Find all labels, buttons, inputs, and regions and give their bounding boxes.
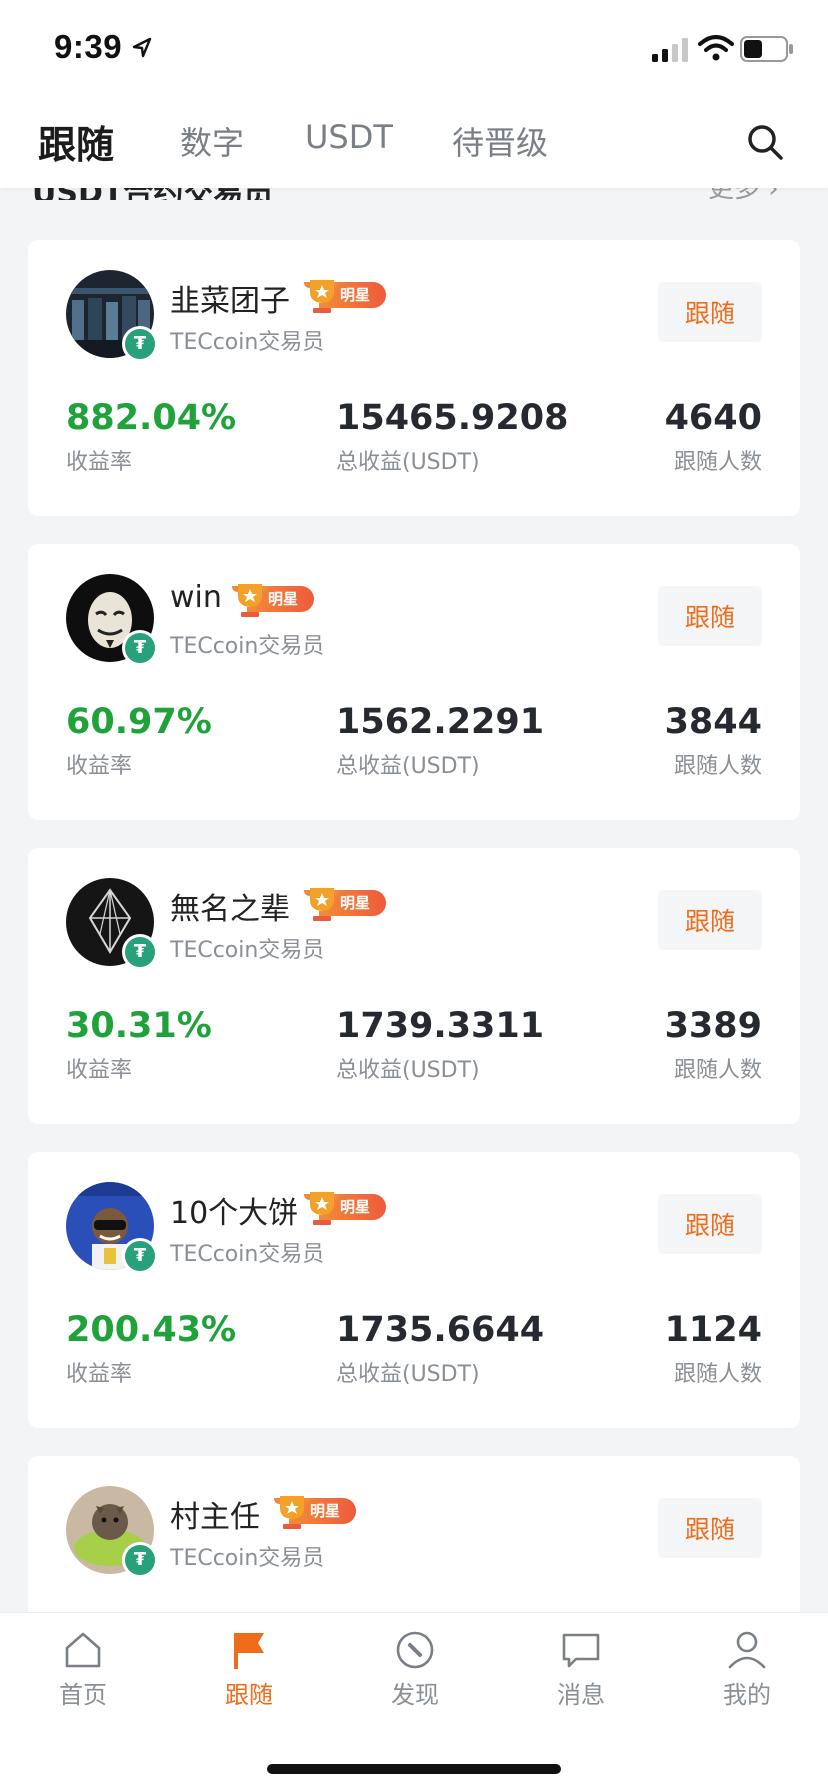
tab-discover[interactable]: 发现	[332, 1613, 498, 1733]
tether-coin-icon: ₮	[122, 934, 158, 970]
total-profit-value: 15465.9208	[336, 398, 569, 438]
user-icon	[728, 1631, 766, 1669]
followers-value: 4640	[664, 398, 762, 438]
tether-coin-icon: ₮	[122, 326, 158, 362]
trader-role: TECcoin交易员	[170, 1546, 325, 1571]
tab-follow[interactable]: 跟随	[38, 114, 114, 169]
tab-me-label: 我的	[723, 1681, 771, 1709]
trophy-icon	[304, 888, 340, 921]
trader-card[interactable]: ₮ win 明星 TECcoin交易员 跟随 60.97% 收益率 1562.2…	[28, 544, 800, 820]
tab-follow-label: 跟随	[225, 1681, 273, 1709]
home-indicator[interactable]	[267, 1764, 561, 1774]
trader-role: TECcoin交易员	[170, 330, 325, 355]
flag-icon	[234, 1633, 264, 1669]
tab-home-label: 首页	[59, 1681, 107, 1709]
followers-label: 跟随人数	[673, 1058, 762, 1083]
return-rate-value: 882.04%	[66, 398, 237, 438]
return-rate-label: 收益率	[66, 754, 133, 779]
total-profit-label: 总收益(USDT)	[336, 450, 480, 475]
status-time: 9:39	[54, 28, 123, 65]
cellular-signal-icon	[652, 38, 688, 62]
trader-name: 無名之辈	[170, 892, 290, 927]
trader-name: 10个大饼	[170, 1196, 299, 1231]
total-profit-value: 1735.6644	[336, 1310, 545, 1350]
total-profit-label: 总收益(USDT)	[336, 1058, 480, 1083]
tab-pending-promotion[interactable]: 待晋级	[452, 118, 548, 164]
star-badge: 明星	[300, 1190, 386, 1225]
trader-card[interactable]: ₮ 無名之辈 明星 TECcoin交易员 跟随 30.31% 收益率 1739.…	[28, 848, 800, 1124]
total-profit-label: 总收益(USDT)	[336, 754, 480, 779]
location-arrow-icon	[132, 37, 152, 58]
followers-value: 3389	[664, 1006, 762, 1046]
trader-role: TECcoin交易员	[170, 634, 325, 659]
star-badge: 明星	[300, 886, 386, 921]
follow-button[interactable]: 跟随	[658, 890, 762, 950]
trader-name: 村主任	[170, 1500, 260, 1535]
return-rate-label: 收益率	[66, 1058, 133, 1083]
status-bar: 9:39	[0, 0, 828, 100]
star-badge: 明星	[300, 278, 386, 313]
star-badge: 明星	[228, 582, 314, 617]
follow-button[interactable]: 跟随	[658, 586, 762, 646]
top-tab-bar: 跟随 数字 USDT 待晋级	[0, 100, 828, 188]
follow-button[interactable]: 跟随	[658, 1194, 762, 1254]
trader-card[interactable]: ₮ 韭菜团子 明星 TECcoin交易员 跟随 882.04% 收益率 1546…	[28, 240, 800, 516]
followers-label: 跟随人数	[673, 754, 762, 779]
total-profit-value: 1562.2291	[336, 702, 545, 742]
tab-digital[interactable]: 数字	[180, 118, 244, 164]
trader-card[interactable]: ₮ 10个大饼 明星 TECcoin交易员 跟随 200.43% 收益率 173…	[28, 1152, 800, 1428]
tab-messages-label: 消息	[557, 1681, 605, 1709]
trader-role: TECcoin交易员	[170, 938, 325, 963]
trader-role: TECcoin交易员	[170, 1242, 325, 1267]
followers-label: 跟随人数	[673, 450, 762, 475]
star-badge: 明星	[270, 1494, 356, 1529]
tether-coin-icon: ₮	[122, 1542, 158, 1578]
follow-button[interactable]: 跟随	[658, 282, 762, 342]
total-profit-value: 1739.3311	[336, 1006, 545, 1046]
compass-icon	[396, 1631, 434, 1669]
battery-icon	[740, 36, 793, 62]
wifi-icon	[698, 35, 734, 61]
followers-label: 跟随人数	[673, 1362, 762, 1387]
tab-messages[interactable]: 消息	[498, 1613, 664, 1733]
trader-name: win	[170, 580, 222, 615]
trophy-icon	[304, 1192, 340, 1225]
return-rate-label: 收益率	[66, 450, 133, 475]
tether-coin-icon: ₮	[122, 1238, 158, 1274]
return-rate-value: 30.31%	[66, 1006, 212, 1046]
return-rate-value: 60.97%	[66, 702, 212, 742]
trophy-icon	[232, 584, 268, 617]
followers-value: 1124	[664, 1310, 762, 1350]
tab-usdt[interactable]: USDT	[305, 118, 393, 156]
followers-value: 3844	[664, 702, 762, 742]
tab-follow-bottom[interactable]: 跟随	[166, 1613, 332, 1733]
follow-button[interactable]: 跟随	[658, 1498, 762, 1558]
home-icon	[65, 1632, 101, 1668]
return-rate-label: 收益率	[66, 1362, 133, 1387]
trophy-icon	[304, 280, 340, 313]
tab-me[interactable]: 我的	[664, 1613, 828, 1733]
tab-home[interactable]: 首页	[0, 1613, 166, 1733]
total-profit-label: 总收益(USDT)	[336, 1362, 480, 1387]
return-rate-value: 200.43%	[66, 1310, 237, 1350]
chat-icon	[562, 1633, 600, 1668]
trader-name: 韭菜团子	[170, 284, 290, 319]
trophy-icon	[274, 1496, 310, 1529]
search-icon[interactable]	[745, 122, 785, 162]
tether-coin-icon: ₮	[122, 630, 158, 666]
tab-discover-label: 发现	[391, 1681, 439, 1709]
